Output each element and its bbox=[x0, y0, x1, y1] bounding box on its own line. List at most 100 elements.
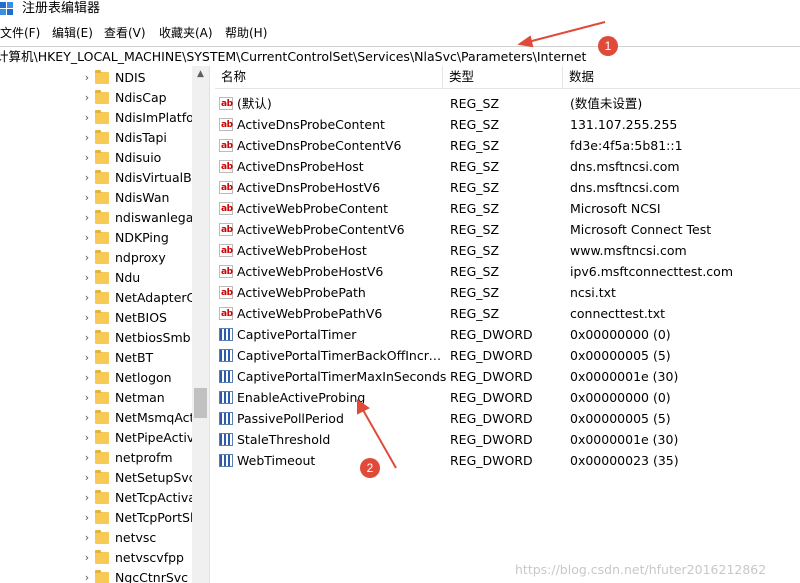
chevron-right-icon[interactable]: › bbox=[82, 108, 92, 128]
chevron-right-icon[interactable]: › bbox=[82, 448, 92, 468]
chevron-right-icon[interactable]: › bbox=[82, 88, 92, 108]
value-name[interactable]: ActiveDnsProbeContentV6 bbox=[237, 135, 447, 156]
chevron-right-icon[interactable]: › bbox=[82, 308, 92, 328]
value-row[interactable]: StaleThreshold REG_DWORD 0x0000001e (30) bbox=[215, 429, 800, 450]
tree-item[interactable]: › Netlogon bbox=[0, 368, 192, 388]
value-name[interactable]: WebTimeout bbox=[237, 450, 447, 471]
value-name[interactable]: ActiveDnsProbeContent bbox=[237, 114, 447, 135]
value-name[interactable]: ActiveWebProbePathV6 bbox=[237, 303, 447, 324]
tree-item[interactable]: › netvsc bbox=[0, 528, 192, 548]
menu-favorites[interactable]: 收藏夹(A) bbox=[159, 24, 213, 42]
chevron-right-icon[interactable]: › bbox=[82, 188, 92, 208]
value-name[interactable]: CaptivePortalTimerMaxInSeconds bbox=[237, 366, 447, 387]
tree-item[interactable]: › NetTcpPortSl bbox=[0, 508, 192, 528]
tree-item[interactable]: › NetbiosSmb bbox=[0, 328, 192, 348]
chevron-right-icon[interactable]: › bbox=[82, 128, 92, 148]
chevron-right-icon[interactable]: › bbox=[82, 528, 92, 548]
tree-item[interactable]: › ndiswanlegac bbox=[0, 208, 192, 228]
menu-view[interactable]: 查看(V) bbox=[104, 24, 146, 42]
menu-help[interactable]: 帮助(H) bbox=[225, 24, 267, 42]
chevron-right-icon[interactable]: › bbox=[82, 488, 92, 508]
chevron-right-icon[interactable]: › bbox=[82, 148, 92, 168]
tree-item[interactable]: › NetAdapterC bbox=[0, 288, 192, 308]
chevron-right-icon[interactable]: › bbox=[82, 568, 92, 583]
chevron-right-icon[interactable]: › bbox=[82, 548, 92, 568]
chevron-right-icon[interactable]: › bbox=[82, 228, 92, 248]
column-header-data[interactable]: 数据 bbox=[563, 66, 800, 88]
value-name[interactable]: StaleThreshold bbox=[237, 429, 447, 450]
chevron-right-icon[interactable]: › bbox=[82, 288, 92, 308]
chevron-right-icon[interactable]: › bbox=[82, 68, 92, 88]
tree-item[interactable]: › NDKPing bbox=[0, 228, 192, 248]
chevron-right-icon[interactable]: › bbox=[82, 368, 92, 388]
column-header-type[interactable]: 类型 bbox=[443, 66, 563, 88]
value-row[interactable]: ab ActiveWebProbePathV6 REG_SZ connecttest.… bbox=[215, 303, 800, 324]
value-name[interactable]: ActiveWebProbeHost bbox=[237, 240, 447, 261]
menu-file[interactable]: 文件(F) bbox=[0, 24, 40, 42]
tree-item[interactable]: › Ndisuio bbox=[0, 148, 192, 168]
value-row[interactable]: ab ActiveWebProbeContentV6 REG_SZ Microsoft… bbox=[215, 219, 800, 240]
value-row[interactable]: CaptivePortalTimerBackOffIncrem... REG_DW… bbox=[215, 345, 800, 366]
tree-item[interactable]: › NdisWan bbox=[0, 188, 192, 208]
chevron-right-icon[interactable]: › bbox=[82, 268, 92, 288]
value-name[interactable]: ActiveWebProbeHostV6 bbox=[237, 261, 447, 282]
tree-item[interactable]: › Ndu bbox=[0, 268, 192, 288]
value-row[interactable]: EnableActiveProbing REG_DWORD 0x00000000 (… bbox=[215, 387, 800, 408]
value-row[interactable]: ab ActiveDnsProbeContent REG_SZ 131.107.255… bbox=[215, 114, 800, 135]
value-name[interactable]: ActiveWebProbePath bbox=[237, 282, 447, 303]
value-name[interactable]: ActiveWebProbeContentV6 bbox=[237, 219, 447, 240]
tree-scrollbar[interactable]: ▲ bbox=[192, 66, 209, 583]
value-row[interactable]: CaptivePortalTimerMaxInSeconds REG_DWORD 0… bbox=[215, 366, 800, 387]
tree-item[interactable]: › netprofm bbox=[0, 448, 192, 468]
address-path[interactable]: 计算机\HKEY_LOCAL_MACHINE\SYSTEM\CurrentCon… bbox=[0, 47, 586, 66]
value-name[interactable]: CaptivePortalTimer bbox=[237, 324, 447, 345]
column-header-name[interactable]: 名称 bbox=[215, 66, 443, 88]
value-name[interactable]: PassivePollPeriod bbox=[237, 408, 447, 429]
value-row[interactable]: ab ActiveWebProbeContent REG_SZ Microsoft N… bbox=[215, 198, 800, 219]
tree-item[interactable]: › ndproxy bbox=[0, 248, 192, 268]
value-name[interactable]: EnableActiveProbing bbox=[237, 387, 447, 408]
value-row[interactable]: ab ActiveWebProbePath REG_SZ ncsi.txt bbox=[215, 282, 800, 303]
tree-item[interactable]: › Netman bbox=[0, 388, 192, 408]
tree-item[interactable]: › NetBIOS bbox=[0, 308, 192, 328]
menu-edit[interactable]: 编辑(E) bbox=[52, 24, 93, 42]
chevron-right-icon[interactable]: › bbox=[82, 248, 92, 268]
value-name[interactable]: (默认) bbox=[237, 93, 447, 114]
scroll-up-arrow-icon[interactable]: ▲ bbox=[192, 66, 209, 82]
tree-item[interactable]: › NdisTapi bbox=[0, 128, 192, 148]
tree-item[interactable]: › NdisCap bbox=[0, 88, 192, 108]
chevron-right-icon[interactable]: › bbox=[82, 428, 92, 448]
value-row[interactable]: ab ActiveDnsProbeContentV6 REG_SZ fd3e:4f5a… bbox=[215, 135, 800, 156]
chevron-right-icon[interactable]: › bbox=[82, 408, 92, 428]
chevron-right-icon[interactable]: › bbox=[82, 468, 92, 488]
value-row[interactable]: ab ActiveWebProbeHostV6 REG_SZ ipv6.msftcon… bbox=[215, 261, 800, 282]
value-name[interactable]: ActiveDnsProbeHostV6 bbox=[237, 177, 447, 198]
chevron-right-icon[interactable]: › bbox=[82, 208, 92, 228]
tree-item[interactable]: › NdisVirtualBu bbox=[0, 168, 192, 188]
tree-item[interactable]: › NetSetupSvc bbox=[0, 468, 192, 488]
chevron-right-icon[interactable]: › bbox=[82, 168, 92, 188]
tree-item[interactable]: › NdisImPlatfo bbox=[0, 108, 192, 128]
tree-item[interactable]: › NetBT bbox=[0, 348, 192, 368]
value-row[interactable]: ab ActiveDnsProbeHost REG_SZ dns.msftncsi.c… bbox=[215, 156, 800, 177]
address-bar[interactable]: 计算机\HKEY_LOCAL_MACHINE\SYSTEM\CurrentCon… bbox=[0, 46, 800, 67]
value-name[interactable]: ActiveDnsProbeHost bbox=[237, 156, 447, 177]
value-row[interactable]: ab ActiveDnsProbeHostV6 REG_SZ dns.msftncsi… bbox=[215, 177, 800, 198]
tree-item[interactable]: › NDIS bbox=[0, 68, 192, 88]
value-row[interactable]: WebTimeout REG_DWORD 0x00000023 (35) bbox=[215, 450, 800, 471]
chevron-right-icon[interactable]: › bbox=[82, 328, 92, 348]
chevron-right-icon[interactable]: › bbox=[82, 508, 92, 528]
value-name[interactable]: CaptivePortalTimerBackOffIncrem... bbox=[237, 345, 447, 366]
scroll-thumb[interactable] bbox=[194, 388, 207, 418]
tree-item[interactable]: › netvscvfpp bbox=[0, 548, 192, 568]
value-row[interactable]: CaptivePortalTimer REG_DWORD 0x00000000 (0… bbox=[215, 324, 800, 345]
chevron-right-icon[interactable]: › bbox=[82, 388, 92, 408]
tree-item[interactable]: › NetTcpActiva bbox=[0, 488, 192, 508]
value-name[interactable]: ActiveWebProbeContent bbox=[237, 198, 447, 219]
value-row[interactable]: PassivePollPeriod REG_DWORD 0x00000005 (5) bbox=[215, 408, 800, 429]
value-row[interactable]: ab (默认) REG_SZ (数值未设置) bbox=[215, 93, 800, 114]
value-row[interactable]: ab ActiveWebProbeHost REG_SZ www.msftncsi.c… bbox=[215, 240, 800, 261]
chevron-right-icon[interactable]: › bbox=[82, 348, 92, 368]
tree-item[interactable]: › NgcCtnrSvc bbox=[0, 568, 192, 583]
tree-item[interactable]: › NetMsmqAct bbox=[0, 408, 192, 428]
